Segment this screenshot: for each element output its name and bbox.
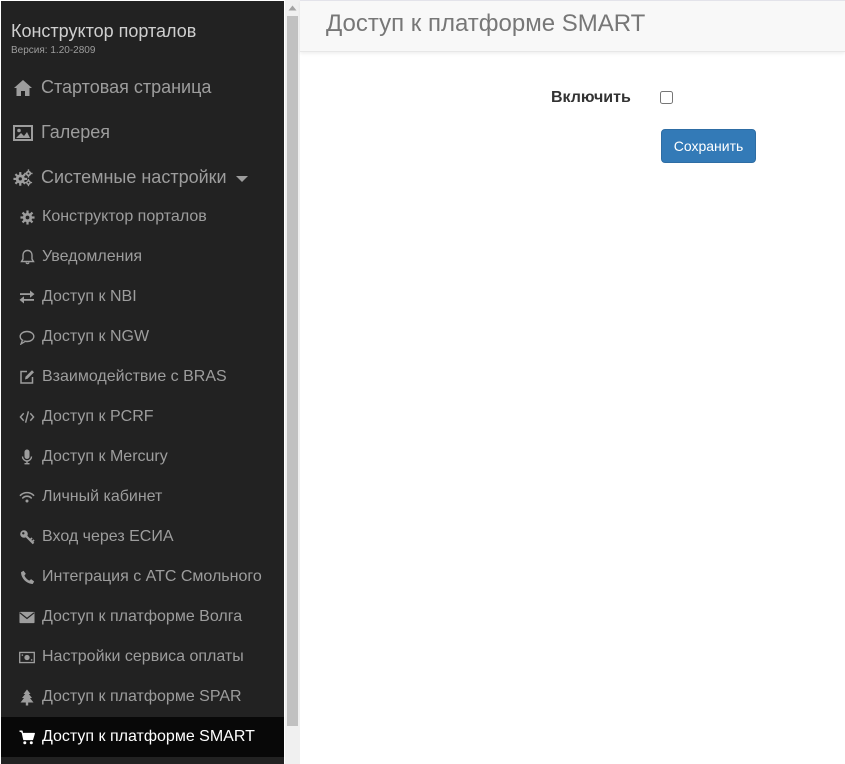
image-icon <box>13 123 33 143</box>
sidebar-item-mercury[interactable]: Доступ к Mercury <box>1 437 284 477</box>
sidebar-item-label: Интеграция с АТС Смольного <box>42 568 262 585</box>
comment-icon <box>19 329 35 345</box>
sidebar-item-spar[interactable]: Доступ к платформе SPAR <box>1 677 284 717</box>
sidebar: Конструктор порталов Версия: 1.20-2809 С… <box>0 0 300 764</box>
sidebar-item-label: Взаимодействие с BRAS <box>42 368 227 385</box>
sidebar-item-label: Галерея <box>41 122 111 142</box>
home-icon <box>13 78 33 98</box>
sidebar-item-portal-constructor[interactable]: Конструктор порталов <box>1 197 284 237</box>
main-content: Доступ к платформе SMART Включить Сохран… <box>300 0 845 764</box>
sidebar-item-bras[interactable]: Взаимодействие с BRAS <box>1 357 284 397</box>
bell-icon <box>19 249 35 265</box>
edit-icon <box>19 369 35 385</box>
sidebar-item-label: Настройки сервиса оплаты <box>42 648 244 665</box>
money-icon <box>19 649 35 665</box>
cart-icon <box>19 729 35 745</box>
sidebar-item-label: Доступ к PCRF <box>42 408 154 425</box>
sidebar-scrollbar[interactable] <box>285 0 300 764</box>
page-title: Доступ к платформе SMART <box>326 10 646 37</box>
gear-icon <box>19 209 35 225</box>
sidebar-item-label: Доступ к платформе Волга <box>42 608 243 625</box>
scroll-up-arrow-icon[interactable] <box>285 0 300 15</box>
sidebar-item-gallery[interactable]: Галерея <box>1 110 284 155</box>
sidebar-item-pcrf[interactable]: Доступ к PCRF <box>1 397 284 437</box>
sidebar-item-label: Доступ к NBI <box>42 288 137 305</box>
envelope-icon <box>19 609 35 625</box>
sidebar-item-label: Доступ к NGW <box>42 328 150 345</box>
sidebar-item-personal-account[interactable]: Личный кабинет <box>1 477 284 517</box>
sidebar-item-label: Доступ к платформе SMART <box>42 728 255 745</box>
sidebar-item-label: Уведомления <box>42 248 143 265</box>
sidebar-item-label: Стартовая страница <box>41 77 212 97</box>
tree-icon <box>19 689 35 705</box>
sidebar-item-home[interactable]: Стартовая страница <box>1 65 284 110</box>
cogs-icon <box>13 168 33 188</box>
sidebar-panel: Конструктор порталов Версия: 1.20-2809 С… <box>1 1 284 764</box>
sidebar-item-label: Личный кабинет <box>42 488 163 505</box>
sidebar-item-label: Доступ к Mercury <box>42 448 168 465</box>
sidebar-item-nbi[interactable]: Доступ к NBI <box>1 277 284 317</box>
sidebar-item-smart[interactable]: Доступ к платформе SMART <box>1 717 284 757</box>
page-header: Доступ к платформе SMART <box>300 0 845 52</box>
sidebar-item-label: Системные настройки <box>41 167 227 187</box>
scroll-thumb[interactable] <box>287 16 298 726</box>
enable-checkbox[interactable] <box>660 91 673 104</box>
wifi-icon <box>19 489 35 505</box>
sidebar-item-payment[interactable]: Настройки сервиса оплаты <box>1 637 284 677</box>
sidebar-item-volga[interactable]: Доступ к платформе Волга <box>1 597 284 637</box>
caret-down-icon <box>235 175 248 182</box>
sidebar-item-label: Доступ к платформе SPAR <box>42 688 242 705</box>
key-icon <box>19 529 35 545</box>
enable-label: Включить <box>551 89 631 106</box>
sidebar-item-esia[interactable]: Вход через ЕСИА <box>1 517 284 557</box>
sidebar-item-ngw[interactable]: Доступ к NGW <box>1 317 284 357</box>
sidebar-item-system-settings[interactable]: Системные настройки <box>1 155 284 200</box>
brand-title: Конструктор порталов <box>11 21 197 41</box>
code-icon <box>19 409 35 425</box>
sidebar-item-label: Конструктор порталов <box>42 208 207 225</box>
phone-icon <box>19 569 35 585</box>
sidebar-item-notifications[interactable]: Уведомления <box>1 237 284 277</box>
transfer-icon <box>19 289 35 305</box>
sidebar-item-ats[interactable]: Интеграция с АТС Смольного <box>1 557 284 597</box>
brand: Конструктор порталов Версия: 1.20-2809 <box>11 20 196 57</box>
sidebar-item-label: Вход через ЕСИА <box>42 528 174 545</box>
microphone-icon <box>19 449 35 465</box>
version-label: Версия: 1.20-2809 <box>11 45 96 56</box>
save-button[interactable]: Сохранить <box>661 129 756 163</box>
